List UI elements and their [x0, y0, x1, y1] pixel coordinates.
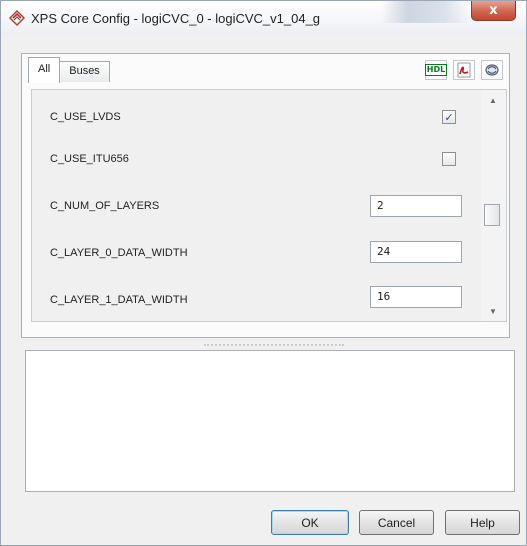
- layer0-data-width-input[interactable]: 24: [370, 241, 462, 263]
- hdl-button[interactable]: HDL: [424, 60, 448, 80]
- close-button[interactable]: x: [471, 1, 516, 21]
- pdf-button[interactable]: [453, 60, 475, 80]
- dialog-window: XPS Core Config - logiCVC_0 - logiCVC_v1…: [0, 0, 527, 546]
- pdf-icon: [457, 62, 471, 78]
- cancel-button[interactable]: Cancel: [359, 510, 434, 535]
- splitter-handle[interactable]: [204, 344, 344, 347]
- num-of-layers-input[interactable]: 2: [370, 195, 462, 217]
- param-label: C_USE_ITU656: [50, 153, 129, 165]
- param-row-layer0-data-width: C_LAYER_0_DATA_WIDTH 24: [32, 230, 481, 274]
- refresh-icon: [485, 64, 499, 76]
- tab-bar: All Buses: [28, 57, 110, 83]
- close-icon: x: [489, 3, 498, 18]
- scroll-down-arrow-icon[interactable]: ▼: [489, 307, 497, 316]
- param-label: C_LAYER_1_DATA_WIDTH: [50, 294, 188, 306]
- xilinx-app-icon: [9, 10, 25, 26]
- param-label: C_USE_LVDS: [50, 111, 121, 123]
- param-row-num-of-layers: C_NUM_OF_LAYERS 2: [32, 182, 481, 226]
- blurred-background: [381, 1, 471, 23]
- param-label: C_NUM_OF_LAYERS: [50, 200, 160, 212]
- tab-buses[interactable]: Buses: [59, 61, 110, 82]
- refresh-button[interactable]: [481, 60, 503, 80]
- window-title: XPS Core Config - logiCVC_0 - logiCVC_v1…: [31, 11, 321, 26]
- ok-button[interactable]: OK: [271, 510, 349, 535]
- param-row-use-lvds: C_USE_LVDS ✓: [32, 96, 481, 140]
- param-row-layer1-data-width: C_LAYER_1_DATA_WIDTH 16: [32, 278, 481, 321]
- param-label: C_LAYER_0_DATA_WIDTH: [50, 247, 188, 259]
- description-pane: [25, 350, 515, 492]
- use-lvds-checkbox[interactable]: ✓: [442, 110, 456, 124]
- parameter-rows: C_USE_LVDS ✓ C_USE_ITU656 C_NUM_OF_LAYER…: [32, 90, 481, 321]
- scroll-up-arrow-icon[interactable]: ▲: [489, 96, 497, 105]
- vertical-scrollbar[interactable]: ▲ ▼: [481, 90, 506, 321]
- title-bar[interactable]: XPS Core Config - logiCVC_0 - logiCVC_v1…: [1, 1, 526, 35]
- scroll-thumb[interactable]: [484, 204, 500, 226]
- tab-all[interactable]: All: [28, 57, 61, 83]
- hdl-icon: HDL: [424, 64, 448, 76]
- panel-toolbar: HDL: [424, 60, 503, 80]
- param-row-use-itu656: C_USE_ITU656: [32, 138, 481, 182]
- layer1-data-width-input[interactable]: 16: [370, 286, 462, 308]
- help-button[interactable]: Help: [445, 510, 520, 535]
- use-itu656-checkbox[interactable]: [442, 152, 456, 166]
- parameter-list: C_USE_LVDS ✓ C_USE_ITU656 C_NUM_OF_LAYER…: [31, 89, 507, 322]
